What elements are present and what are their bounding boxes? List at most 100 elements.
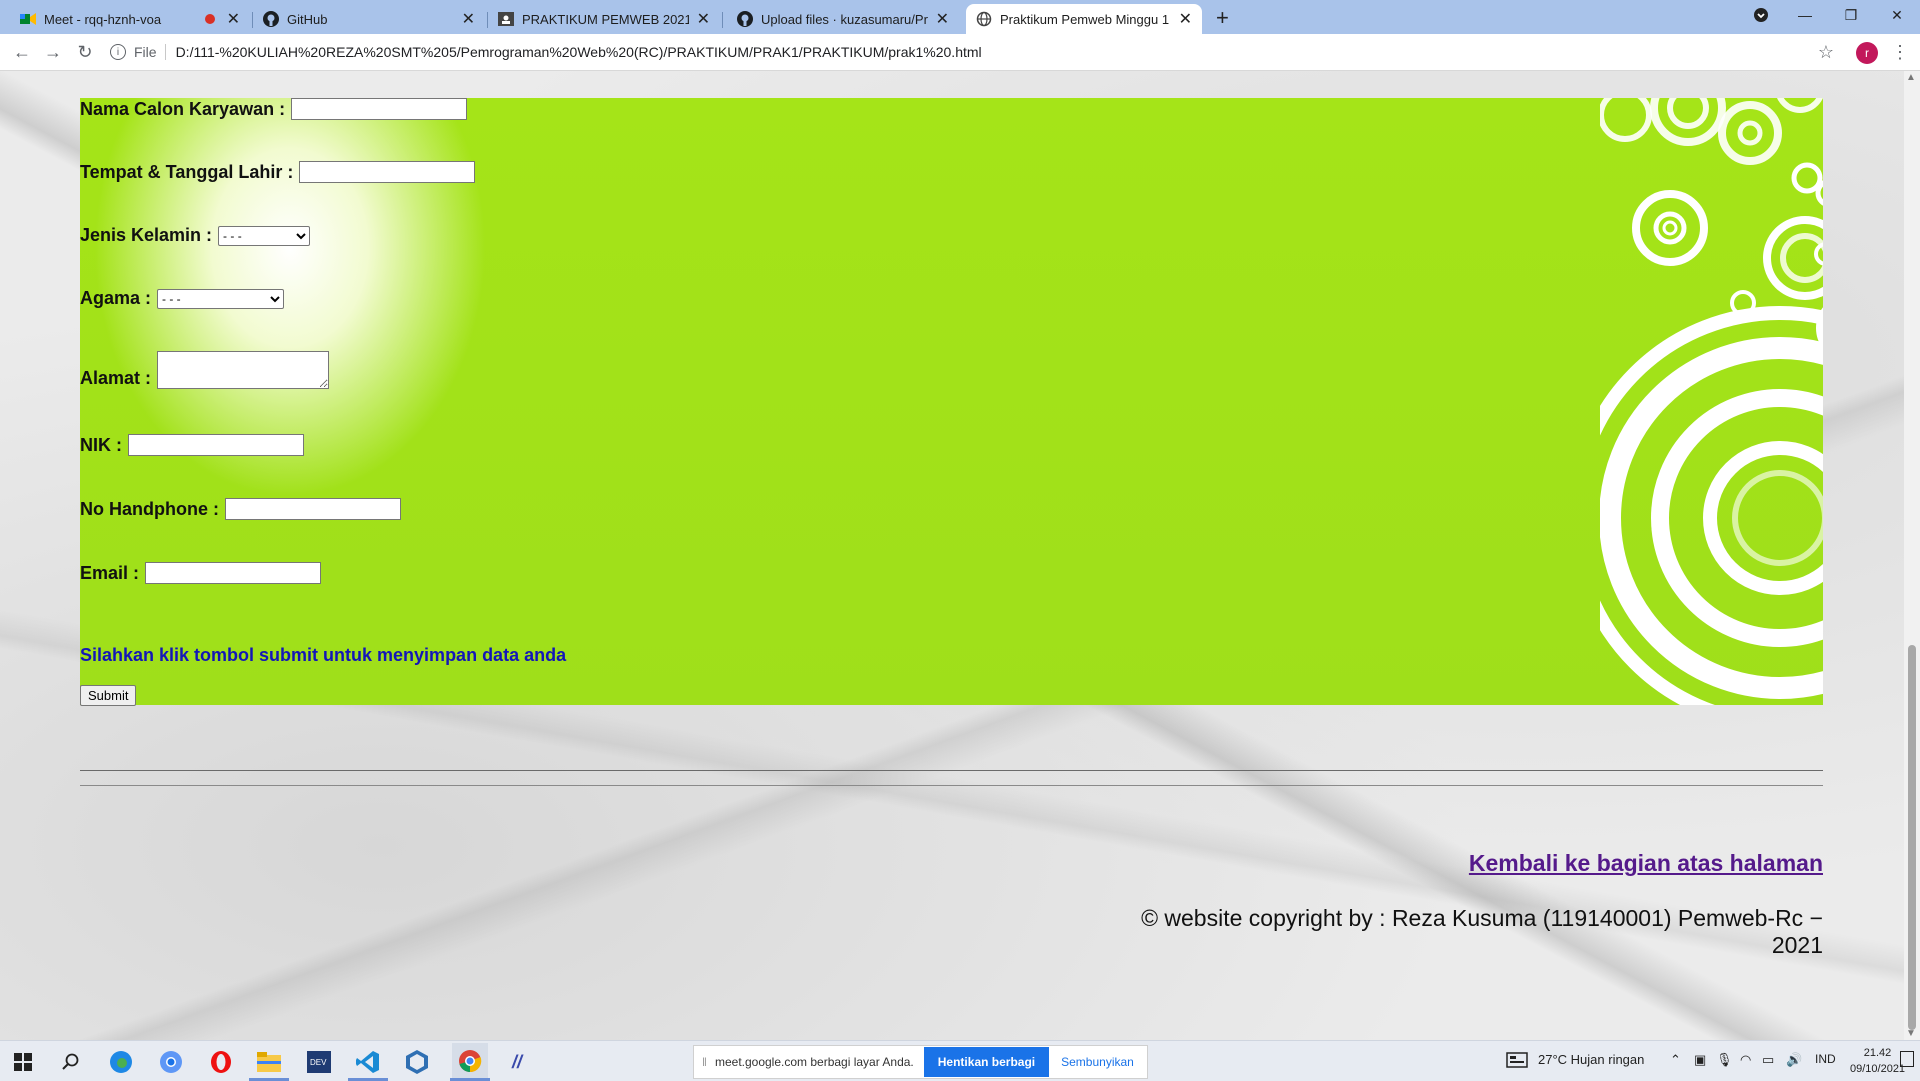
notification-icon[interactable] <box>1900 1051 1914 1067</box>
label-jenis-kelamin: Jenis Kelamin : <box>80 225 213 245</box>
back-to-top-link[interactable]: Kembali ke bagian atas halaman <box>1469 850 1823 877</box>
profile-avatar[interactable]: r <box>1856 42 1878 64</box>
devc-hash-icon[interactable]: // <box>504 1049 530 1075</box>
tab-classroom[interactable]: PRAKTIKUM PEMWEB 2021 RA, F ✕ <box>488 4 720 34</box>
minimize-icon[interactable]: — <box>1782 0 1828 30</box>
file-explorer-icon[interactable] <box>256 1049 282 1075</box>
tab-title: Praktikum Pemweb Minggu 1 <box>1000 11 1170 27</box>
label-agama: Agama : <box>80 288 152 308</box>
browser-toolbar: ← → ↻ i File D:/111-%20KULIAH%20REZA%20S… <box>0 34 1920 71</box>
windows-start-icon[interactable] <box>10 1049 36 1075</box>
back-arrow-icon[interactable]: ← <box>10 40 34 64</box>
screen-share-bar: ‖ meet.google.com berbagi layar Anda. He… <box>693 1045 1148 1079</box>
tab-title: Meet - rqq-hznh-voa <box>44 11 162 27</box>
scroll-down-icon[interactable]: ▼ <box>1906 1028 1916 1039</box>
clock-time: 21.42 <box>1863 1047 1892 1059</box>
nik-input[interactable] <box>128 434 304 456</box>
bookmark-star-icon[interactable]: ☆ <box>1814 40 1838 64</box>
tab-upload-files[interactable]: Upload files · kuzasumaru/Prakti ✕ <box>727 4 959 34</box>
label-email: Email : <box>80 562 140 583</box>
tab-praktikum-active[interactable]: Praktikum Pemweb Minggu 1 ✕ <box>966 4 1202 34</box>
forward-arrow-icon[interactable]: → <box>41 40 65 64</box>
submit-instruction: Silahkan klik tombol submit untuk menyim… <box>80 645 567 665</box>
tab-search-icon[interactable] <box>1738 0 1784 30</box>
recording-icon <box>204 14 215 24</box>
close-window-icon[interactable]: ✕ <box>1874 0 1920 30</box>
tab-divider <box>722 12 723 28</box>
drag-grip-icon[interactable]: ‖ <box>702 1055 707 1069</box>
microphone-icon[interactable]: 🎙 <box>1716 1052 1733 1068</box>
tab-title: Upload files · kuzasumaru/Prakti <box>761 11 928 27</box>
tempat-tanggal-lahir-input[interactable] <box>299 161 476 183</box>
page-viewport: Nama Calon Karyawan : Tempat & Tanggal L… <box>0 71 1904 1040</box>
github-icon <box>737 11 753 27</box>
label-no-handphone: No Handphone : <box>80 498 219 519</box>
github-icon <box>263 11 279 27</box>
restore-icon[interactable]: ❐ <box>1828 0 1874 30</box>
meet-tray-icon[interactable]: ▣ <box>1694 1052 1706 1068</box>
system-clock[interactable]: 21.42 09/10/2021 <box>1850 1045 1905 1077</box>
alamat-textarea[interactable] <box>157 351 330 389</box>
globe-icon <box>976 11 992 27</box>
language-indicator[interactable]: IND <box>1815 1052 1836 1066</box>
form-row-email: Email : <box>80 562 322 584</box>
virtualbox-icon[interactable] <box>404 1049 430 1075</box>
decorative-circles <box>1600 98 1823 705</box>
search-icon[interactable] <box>58 1049 84 1075</box>
menu-kebab-icon[interactable]: ⋮ <box>1888 40 1912 64</box>
reload-icon[interactable]: ↻ <box>73 40 97 64</box>
submit-button[interactable]: Submit <box>80 685 137 706</box>
nama-input[interactable] <box>291 98 468 120</box>
email-input[interactable] <box>145 562 322 584</box>
jenis-kelamin-select[interactable]: - - - <box>218 225 311 246</box>
form-row-agama: Agama : - - - <box>80 288 285 309</box>
copyright-text: © website copyright by : Reza Kusuma (11… <box>1141 905 1823 958</box>
wifi-icon[interactable]: ◠ <box>1740 1052 1751 1068</box>
scroll-up-icon[interactable]: ▲ <box>1906 72 1916 83</box>
label-alamat: Alamat : <box>80 368 152 388</box>
address-bar[interactable]: i File D:/111-%20KULIAH%20REZA%20SMT%205… <box>110 38 1840 66</box>
address-divider <box>164 44 166 60</box>
address-url[interactable]: D:/111-%20KULIAH%20REZA%20SMT%205/Pemrog… <box>176 44 982 60</box>
tab-meet[interactable]: Meet - rqq-hznh-voa ✕ <box>10 4 250 34</box>
agama-select[interactable]: - - - <box>157 288 285 309</box>
dev-cpp-icon[interactable]: DEV <box>306 1049 332 1075</box>
chrome-alt-icon[interactable] <box>158 1049 184 1075</box>
close-icon[interactable]: ✕ <box>462 9 475 29</box>
form-row-nik: NIK : <box>80 434 304 456</box>
share-status-text: meet.google.com berbagi layar Anda. <box>714 1055 914 1069</box>
close-icon[interactable]: ✕ <box>936 9 949 29</box>
close-icon[interactable]: ✕ <box>227 9 240 29</box>
footer-divider-top <box>80 770 1823 771</box>
tab-title: PRAKTIKUM PEMWEB 2021 RA, F <box>522 11 689 27</box>
classroom-icon <box>498 11 514 27</box>
edge-icon[interactable] <box>108 1049 134 1075</box>
clock-date: 09/10/2021 <box>1850 1063 1906 1075</box>
form-row-handphone: No Handphone : <box>80 498 401 520</box>
form-row-jenis-kelamin: Jenis Kelamin : - - - <box>80 225 311 246</box>
close-icon[interactable]: ✕ <box>1179 9 1192 29</box>
battery-icon[interactable]: ▭ <box>1762 1052 1774 1068</box>
label-nama: Nama Calon Karyawan : <box>80 98 286 119</box>
weather-text[interactable]: 27°C Hujan ringan <box>1538 1052 1644 1067</box>
tab-strip: Meet - rqq-hznh-voa ✕ GitHub ✕ PRAKTIKUM… <box>0 0 1920 34</box>
chrome-icon[interactable] <box>452 1043 488 1079</box>
handphone-input[interactable] <box>224 498 401 520</box>
opera-icon[interactable] <box>208 1049 234 1075</box>
hide-share-bar-button[interactable]: Sembunyikan <box>1061 1055 1134 1069</box>
svg-text:DEV: DEV <box>310 1058 327 1067</box>
weather-icon[interactable] <box>1506 1052 1528 1071</box>
label-nik: NIK : <box>80 434 122 455</box>
address-scheme-label: File <box>134 44 157 60</box>
tab-title: GitHub <box>287 11 328 27</box>
info-icon[interactable]: i <box>110 44 126 60</box>
scrollbar-thumb[interactable] <box>1908 645 1916 1030</box>
tab-github[interactable]: GitHub ✕ <box>253 4 485 34</box>
close-icon[interactable]: ✕ <box>697 9 710 29</box>
form-row-alamat: Alamat : <box>80 351 330 389</box>
volume-icon[interactable]: 🔊 <box>1786 1052 1802 1068</box>
stop-sharing-button[interactable]: Hentikan berbagi <box>923 1047 1050 1077</box>
new-tab-icon[interactable]: + <box>1216 5 1229 31</box>
tray-chevron-icon[interactable]: ⌃ <box>1670 1052 1681 1068</box>
vscode-icon[interactable] <box>355 1049 381 1075</box>
